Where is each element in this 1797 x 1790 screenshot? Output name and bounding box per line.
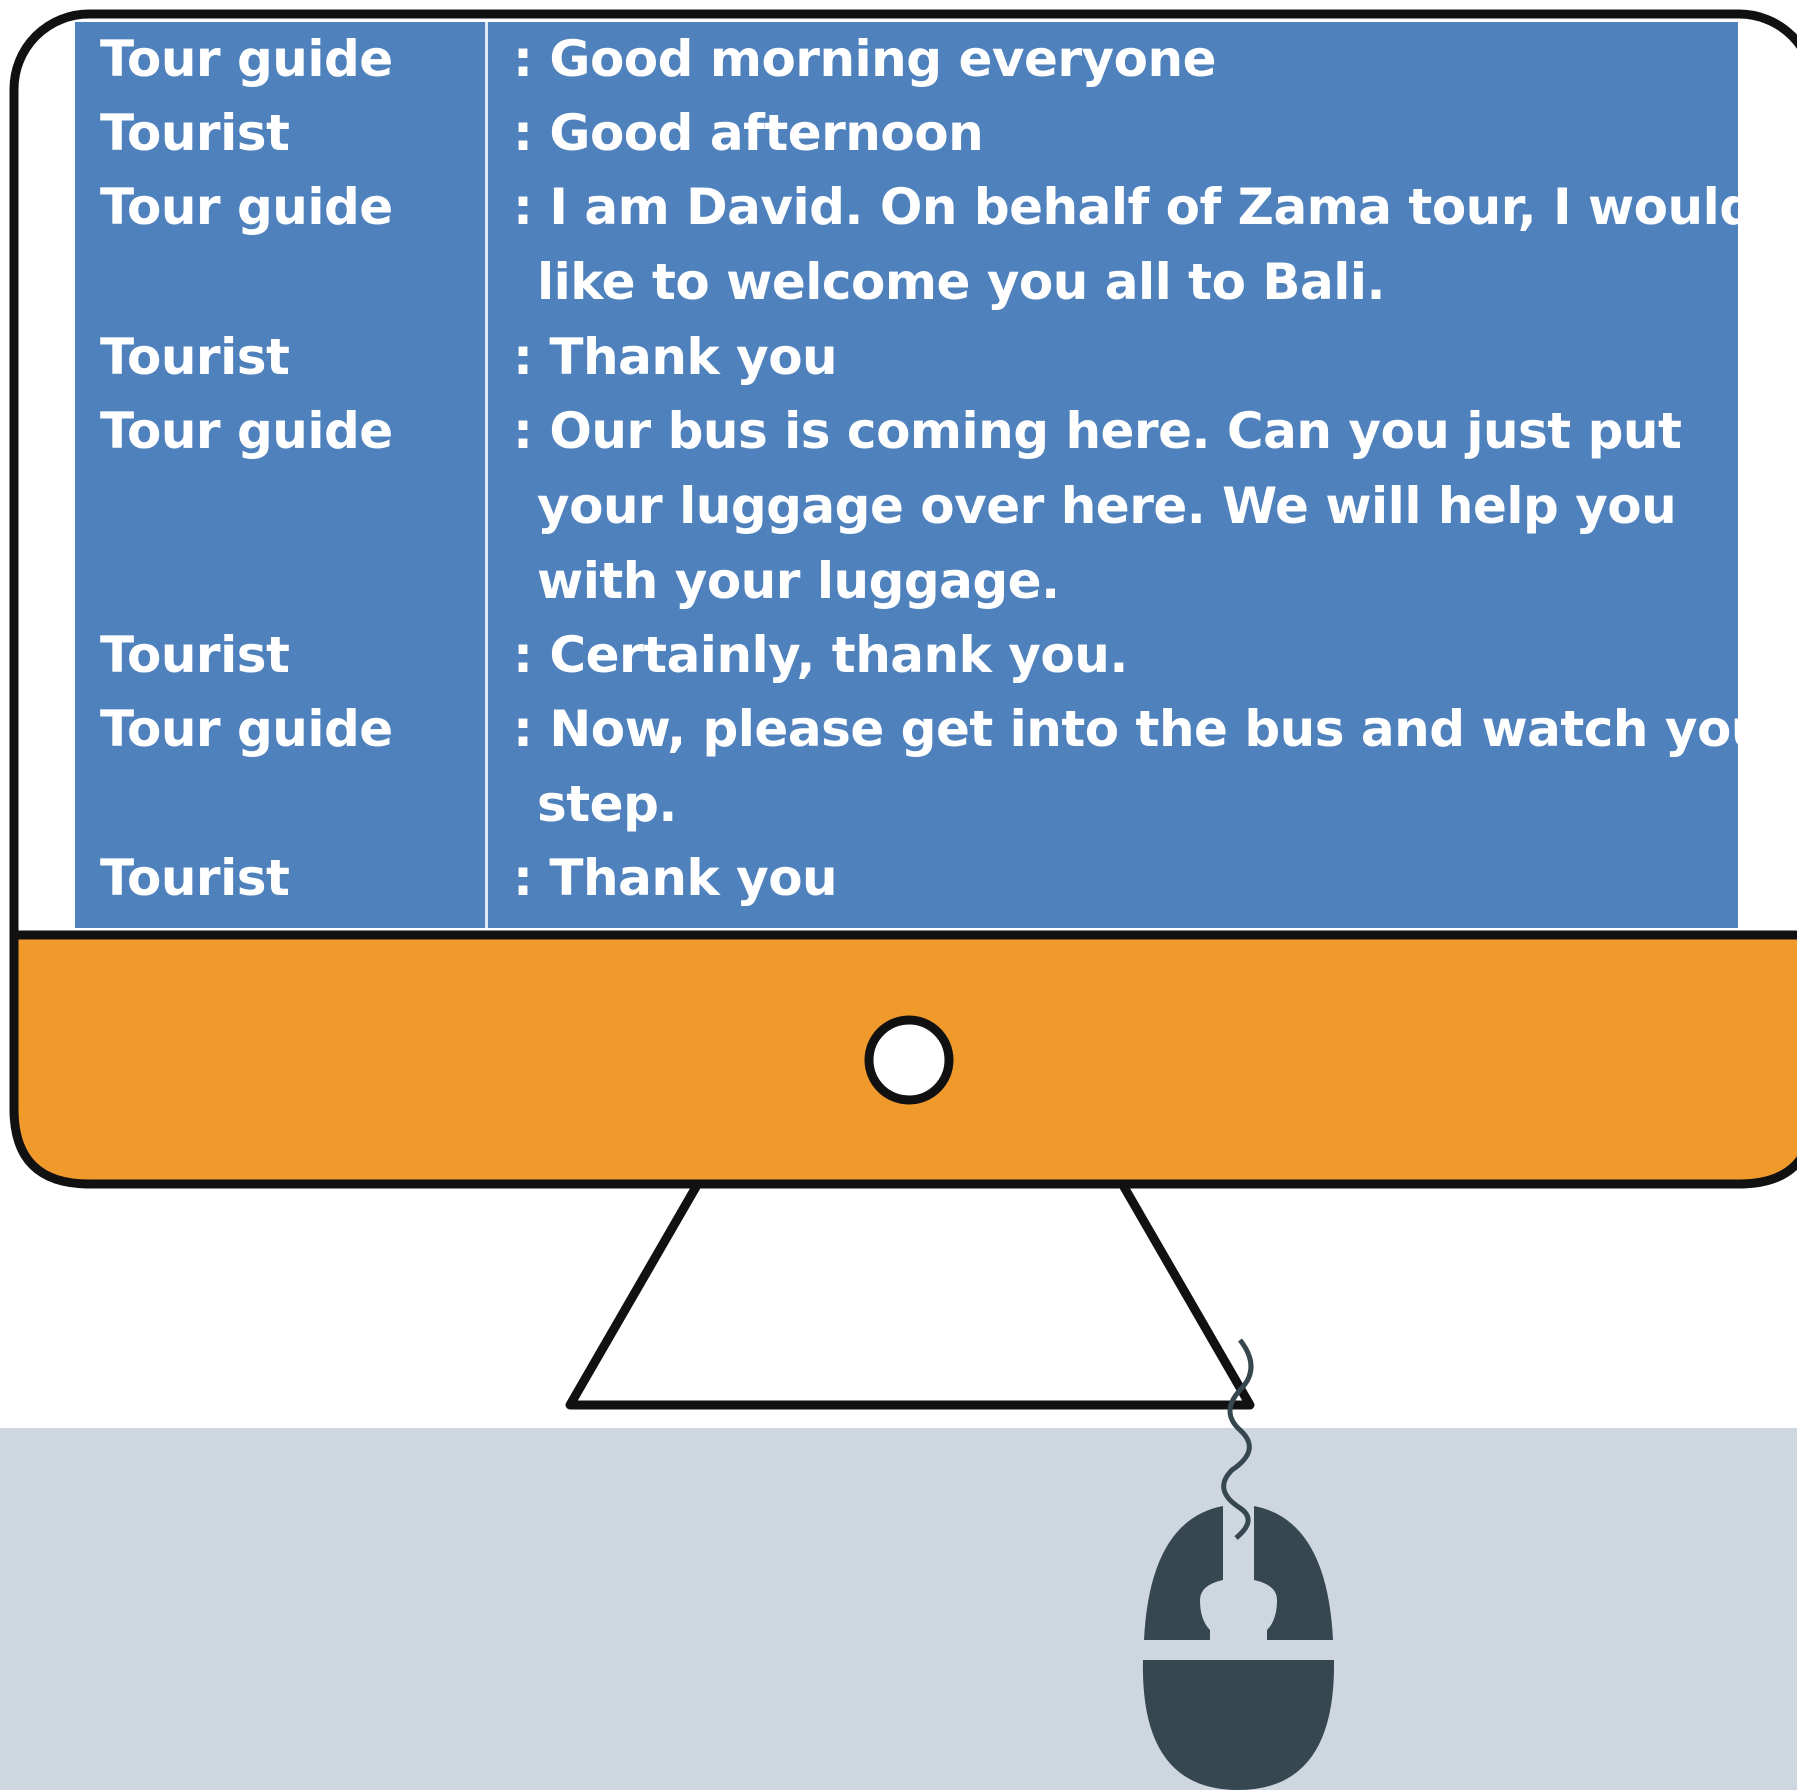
dialogue-line: : Our bus is coming here. Can you just p… (513, 402, 1682, 460)
dialogue-line: : I am David. On behalf of Zama tour, I … (513, 178, 1738, 236)
dialogue-line: : Thank you (513, 849, 838, 907)
dialogue-line: : Certainly, thank you. (513, 626, 1128, 684)
dialogue-line: your luggage over here. We will help you (537, 477, 1677, 535)
speaker-label: Tour guide (100, 178, 393, 236)
speaker-label: Tourist (100, 626, 290, 684)
mouse-icon (1142, 1506, 1335, 1790)
dialogue-line: with your luggage. (537, 552, 1060, 610)
speaker-label: Tourist (100, 328, 290, 386)
dialogue-line: : Good afternoon (513, 104, 984, 162)
speaker-label: Tourist (100, 104, 290, 162)
dialogue-line: : Thank you (513, 328, 838, 386)
speaker-label: Tourist (100, 849, 290, 907)
dialogue-line: : Now, please get into the bus and watch… (513, 700, 1738, 758)
power-button-icon (864, 1015, 954, 1105)
speaker-label: Tour guide (100, 30, 393, 88)
column-divider (485, 22, 488, 928)
dialogue-line: step. (537, 775, 677, 833)
dialogue-line: : Good morning everyone (513, 30, 1217, 88)
speaker-label: Tour guide (100, 402, 393, 460)
speaker-label: Tour guide (100, 700, 393, 758)
dialogue-screen: Tour guide : Good morning everyone Touri… (75, 22, 1738, 928)
dialogue-line: like to welcome you all to Bali. (537, 253, 1385, 311)
monitor-stand (565, 1175, 1255, 1410)
